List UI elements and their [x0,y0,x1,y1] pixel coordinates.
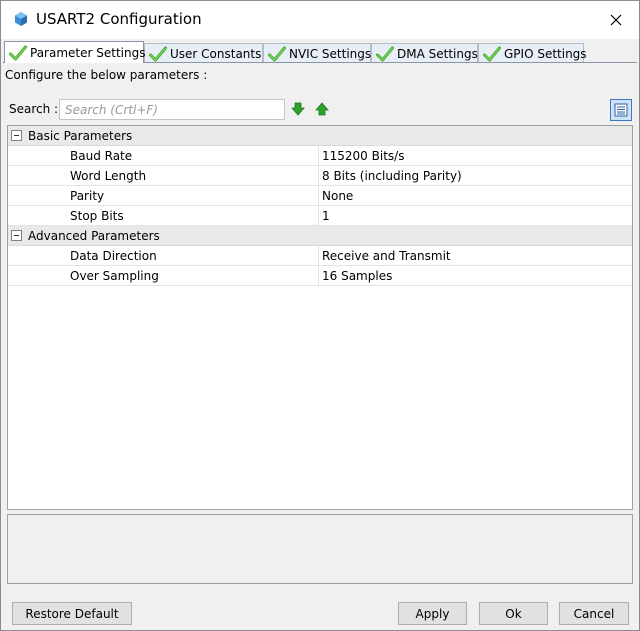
collapse-icon[interactable] [11,130,22,141]
list-view-icon [614,103,628,117]
parameter-name: Baud Rate [70,149,133,163]
tab-dma-settings[interactable]: DMA Settings [371,43,478,63]
check-icon [376,46,394,61]
parameter-name: Data Direction [70,249,157,263]
parameter-value[interactable]: Receive and Transmit [322,249,451,263]
tab-label: DMA Settings [397,46,478,61]
check-icon [483,46,501,61]
window-title: USART2 Configuration [36,10,202,28]
close-button[interactable] [593,1,639,39]
table-row[interactable]: Parity None [8,186,632,206]
column-divider [318,166,319,185]
cube-icon [15,12,27,26]
table-row[interactable]: Data Direction Receive and Transmit [8,246,632,266]
collapse-icon[interactable] [11,230,22,241]
search-input[interactable] [59,99,285,120]
column-divider [318,206,319,225]
ok-button[interactable]: Ok [479,602,548,625]
arrow-down-icon[interactable] [291,102,305,116]
tab-label: User Constants [170,46,262,61]
tab-label: NVIC Settings [289,46,372,61]
title-bar: USART2 Configuration [1,1,639,39]
close-icon [610,14,622,26]
arrow-up-icon[interactable] [315,102,329,116]
parameter-value[interactable]: 1 [322,209,330,223]
parameter-value[interactable]: 8 Bits (including Parity) [322,169,462,183]
cancel-button[interactable]: Cancel [559,602,629,625]
apply-button[interactable]: Apply [398,602,467,625]
parameter-name: Stop Bits [70,209,124,223]
description-panel [7,514,633,584]
tab-strip: Parameter Settings User Constants NVIC S… [1,41,639,63]
tab-nvic-settings[interactable]: NVIC Settings [263,43,371,63]
parameter-value[interactable]: None [322,189,353,203]
parameter-name: Word Length [70,169,147,183]
group-label: Advanced Parameters [28,229,160,243]
restore-default-button[interactable]: Restore Default [12,602,132,625]
check-icon [149,46,167,61]
list-view-button[interactable] [610,99,632,121]
configuration-window: USART2 Configuration Parameter Settings … [0,0,640,631]
table-row[interactable]: Stop Bits 1 [8,206,632,226]
parameter-name: Parity [70,189,105,203]
group-label: Basic Parameters [28,129,133,143]
column-divider [318,146,319,165]
tab-gpio-settings[interactable]: GPIO Settings [478,43,587,63]
search-label: Search : [9,102,59,116]
column-divider [318,186,319,205]
table-row[interactable]: Word Length 8 Bits (including Parity) [8,166,632,186]
table-row[interactable]: Baud Rate 115200 Bits/s [8,146,632,166]
configure-instructions: Configure the below parameters : [5,68,208,82]
tab-label: Parameter Settings [30,45,146,60]
parameter-table: Basic Parameters Baud Rate 115200 Bits/s… [7,125,633,510]
tab-user-constants[interactable]: User Constants [144,43,263,63]
column-divider [318,266,319,285]
parameter-value[interactable]: 16 Samples [322,269,392,283]
group-row-basic-parameters[interactable]: Basic Parameters [8,126,632,146]
group-row-advanced-parameters[interactable]: Advanced Parameters [8,226,632,246]
parameter-value[interactable]: 115200 Bits/s [322,149,404,163]
tab-label: GPIO Settings [504,46,587,61]
parameter-name: Over Sampling [70,269,159,283]
tab-parameter-settings[interactable]: Parameter Settings [4,41,146,63]
table-row[interactable]: Over Sampling 16 Samples [8,266,632,286]
column-divider [318,246,319,265]
check-icon [268,46,286,61]
check-icon [9,45,27,60]
